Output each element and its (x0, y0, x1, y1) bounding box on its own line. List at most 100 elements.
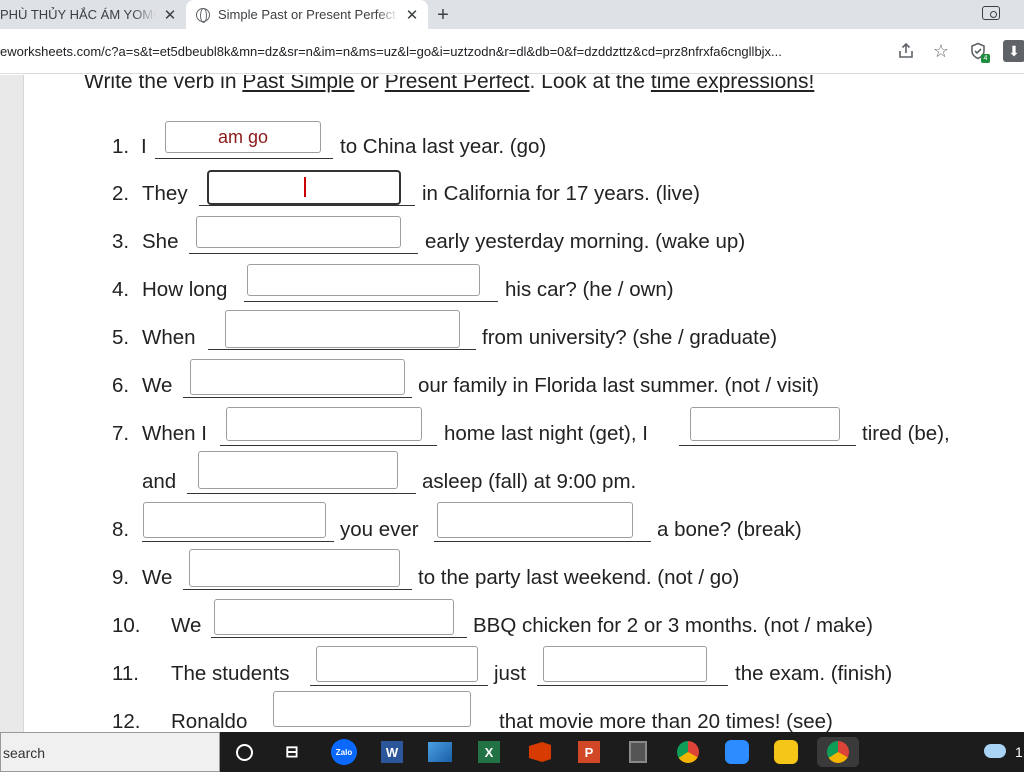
answer-input-11b[interactable] (543, 646, 707, 682)
item-text: They (142, 182, 188, 205)
answer-input-11a[interactable] (316, 646, 478, 682)
answer-blank (187, 451, 416, 494)
answer-input-7c[interactable] (198, 451, 398, 489)
answer-input-4[interactable] (247, 264, 480, 296)
word-app-icon[interactable]: W (377, 737, 407, 767)
tab-strip: PHÙ THỦY HẮC ÁM YOMOTSU ✕ Simple Past or… (0, 0, 1024, 29)
answer-blank (199, 170, 415, 206)
item-text: asleep (fall) at 9:00 pm. (422, 470, 637, 493)
answer-blank (142, 502, 334, 542)
answer-input-12[interactable] (273, 691, 471, 727)
taskbar-search-box[interactable]: search (0, 732, 220, 772)
close-icon[interactable]: ✕ (402, 6, 422, 24)
answer-blank (434, 502, 651, 542)
item-number: 11. (112, 662, 139, 685)
new-tab-button[interactable]: + (432, 4, 454, 27)
item-text: We (142, 566, 173, 589)
powerpoint-label: P (578, 741, 600, 763)
item-number: 6. (112, 374, 130, 397)
tab-title: Simple Past or Present Perfect (218, 7, 396, 22)
answer-blank (537, 646, 728, 686)
calculator-app-icon[interactable] (623, 737, 653, 767)
answer-input-8b[interactable] (437, 502, 633, 538)
item-text: How long (142, 278, 228, 301)
chrome-app-icon[interactable] (673, 737, 703, 767)
answer-blank (273, 691, 473, 732)
address-bar: eworksheets.com/c?a=s&t=et5dbeubl8k&mn=d… (0, 29, 1024, 74)
answer-input-1[interactable] (165, 121, 321, 153)
answer-input-5[interactable] (225, 310, 460, 348)
zalo-label: Zalo (331, 739, 357, 765)
item-number: 9. (112, 566, 130, 589)
photos-app-icon[interactable] (425, 737, 455, 767)
office-app-icon[interactable] (525, 737, 555, 767)
item-text: his car? (he / own) (505, 278, 674, 301)
page-left-margin (0, 75, 24, 732)
task-view-icon[interactable]: ⊟ (277, 737, 307, 767)
item-text: a bone? (break) (657, 518, 802, 541)
item-text: the exam. (finish) (735, 662, 893, 685)
messenger-app-icon[interactable] (771, 737, 801, 767)
answer-input-7b[interactable] (690, 407, 840, 441)
close-icon[interactable]: ✕ (160, 6, 180, 24)
answer-blank (220, 407, 437, 446)
item-text: you ever (340, 518, 419, 541)
instruction-underlined: Past Simple (242, 75, 355, 93)
tray-text: 1 (1015, 744, 1023, 760)
item-text: and (142, 470, 177, 493)
answer-blank (183, 359, 412, 398)
url-field[interactable]: eworksheets.com/c?a=s&t=et5dbeubl8k&mn=d… (0, 44, 890, 59)
globe-icon (196, 7, 210, 23)
tab-phu-thuy[interactable]: PHÙ THỦY HẮC ÁM YOMOTSU ✕ (0, 0, 186, 29)
item-number: 12. (112, 710, 141, 732)
answer-blank (155, 121, 333, 159)
answer-input-7a[interactable] (226, 407, 422, 441)
item-number: 3. (112, 230, 130, 253)
answer-input-9[interactable] (189, 549, 400, 587)
item-number: 7. (112, 422, 130, 445)
answer-blank (189, 216, 418, 254)
answer-input-3[interactable] (196, 216, 401, 248)
tab-simple-past[interactable]: Simple Past or Present Perfect ✕ (186, 0, 428, 29)
item-text: When (142, 326, 196, 349)
answer-input-8a[interactable] (143, 502, 326, 538)
answer-blank (211, 599, 467, 638)
powerpoint-app-icon[interactable]: P (574, 737, 604, 767)
instruction-part: or (354, 75, 385, 93)
onedrive-cloud-icon[interactable] (984, 744, 1006, 758)
answer-input-6[interactable] (190, 359, 405, 395)
answer-blank (310, 646, 488, 686)
word-label: W (381, 741, 403, 763)
answer-blank (183, 549, 412, 590)
instruction-underlined: time expressions! (650, 75, 815, 93)
bookmark-star-icon[interactable]: ☆ (931, 41, 951, 61)
zoom-app-icon[interactable] (722, 737, 752, 767)
item-text: that movie more than 20 times! (see) (499, 710, 833, 732)
answer-blank (244, 264, 498, 302)
instruction-part: . Look at the (529, 75, 651, 93)
item-text: to China last year. (go) (340, 135, 547, 158)
item-text: our family in Florida last summer. (not … (418, 374, 819, 397)
tab-title: PHÙ THỦY HẮC ÁM YOMOTSU (0, 7, 156, 22)
item-text: We (142, 374, 173, 397)
item-number: 8. (112, 518, 130, 541)
item-number: 1. (112, 135, 130, 158)
extension-badge: 4 (981, 54, 990, 63)
item-text: just (494, 662, 526, 685)
share-icon[interactable] (896, 41, 916, 61)
item-text: early yesterday morning. (wake up) (425, 230, 746, 253)
item-number: 4. (112, 278, 130, 301)
cortana-circle-icon[interactable] (229, 737, 259, 767)
item-text: in California for 17 years. (live) (422, 182, 700, 205)
extension-shield-icon[interactable]: 4 (968, 41, 990, 63)
answer-input-10[interactable] (214, 599, 454, 635)
item-text: When I (142, 422, 207, 445)
download-icon[interactable]: ⬇ (1003, 40, 1024, 62)
chrome-active-app-icon[interactable] (817, 737, 859, 767)
zalo-app-icon[interactable]: Zalo (329, 737, 359, 767)
item-number: 2. (112, 182, 130, 205)
excel-app-icon[interactable]: X (474, 737, 504, 767)
item-text: We (171, 614, 202, 637)
tab-search-icon[interactable] (982, 6, 1000, 20)
item-text: I (141, 135, 147, 158)
